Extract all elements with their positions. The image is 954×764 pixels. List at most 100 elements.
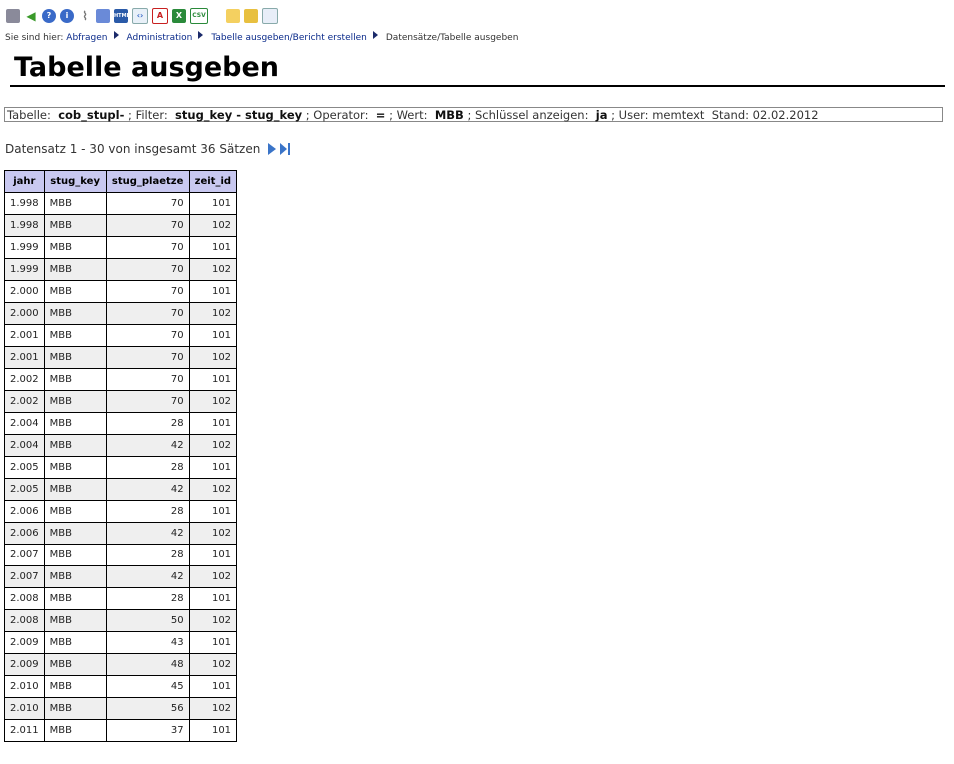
paperclip-icon[interactable]: ⌇ <box>78 9 92 23</box>
back-arrow-icon[interactable]: ◀ <box>24 9 38 23</box>
xml-icon[interactable]: ‹› <box>132 8 148 24</box>
help-icon[interactable]: ? <box>42 9 56 23</box>
table-cell-stug-plaetze: 43 <box>105 631 190 655</box>
table-cell-stug-plaetze: 37 <box>105 719 190 743</box>
table-cell-stug-plaetze: 45 <box>105 675 190 699</box>
excel-icon[interactable]: X <box>172 9 186 23</box>
table-cell-stug-key: MBB <box>43 675 107 699</box>
table-cell-stug-plaetze: 70 <box>105 235 190 259</box>
table-cell-jahr: 2.000 <box>4 279 45 303</box>
breadcrumb-current: Datensätze/Tabelle ausgeben <box>385 33 519 43</box>
table-cell-jahr: 2.002 <box>4 389 45 413</box>
operator-value: = <box>375 108 386 122</box>
chevron-right-icon <box>198 31 204 39</box>
table-cell-zeit-id: 102 <box>188 389 238 413</box>
table-cell-jahr: 2.002 <box>4 367 45 391</box>
table-cell-stug-plaetze: 70 <box>105 192 190 215</box>
filter-label: ; Filter: <box>128 108 168 122</box>
edit-form-icon[interactable] <box>262 8 278 24</box>
column-header-zeit-id[interactable]: zeit_id <box>188 170 238 193</box>
pdf-icon[interactable]: A <box>152 8 168 24</box>
table-cell-jahr: 2.006 <box>4 499 45 523</box>
table-cell-stug-key: MBB <box>43 257 107 281</box>
table-cell-stug-key: MBB <box>43 631 107 655</box>
table-row: 2.009 MBB 43 101 <box>4 631 238 655</box>
table-cell-stug-plaetze: 42 <box>105 565 190 589</box>
table-cell-stug-plaetze: 42 <box>105 477 190 501</box>
breadcrumb-abfragen[interactable]: Abfragen <box>66 33 107 43</box>
table-icon[interactable] <box>96 9 110 23</box>
table-row: 2.004 MBB 28 101 <box>4 411 238 435</box>
table-cell-stug-key: MBB <box>43 192 107 215</box>
table-cell-zeit-id: 102 <box>188 521 238 545</box>
table-cell-jahr: 1.998 <box>4 213 45 237</box>
last-page-icon[interactable] <box>280 143 291 155</box>
table-cell-stug-plaetze: 56 <box>105 697 190 721</box>
breadcrumb-tabelle-ausgeben-bericht[interactable]: Tabelle ausgeben/Bericht erstellen <box>211 33 367 43</box>
tabelle-value: cob_stupl- <box>58 108 125 122</box>
table-cell-zeit-id: 101 <box>188 323 238 347</box>
table-cell-stug-key: MBB <box>43 543 107 567</box>
table-row: 1.999 MBB 70 101 <box>4 235 238 259</box>
filter-info-bar: Tabelle: cob_stupl- ; Filter: stug_key -… <box>4 107 943 122</box>
table-row: 2.001 MBB 70 102 <box>4 345 238 369</box>
table-cell-zeit-id: 102 <box>188 653 238 677</box>
table-cell-stug-plaetze: 28 <box>105 587 190 611</box>
table-cell-zeit-id: 101 <box>188 675 238 699</box>
table-cell-jahr: 2.007 <box>4 565 45 589</box>
folder-open-icon[interactable] <box>244 9 258 23</box>
table-cell-jahr: 2.000 <box>4 301 45 325</box>
user-label: ; User: memtext <box>611 108 705 122</box>
table-cell-stug-key: MBB <box>43 719 107 743</box>
column-header-stug-key[interactable]: stug_key <box>43 170 107 193</box>
table-cell-stug-key: MBB <box>43 367 107 391</box>
table-cell-stug-key: MBB <box>43 609 107 633</box>
filter-value: stug_key - stug_key <box>175 108 303 122</box>
csv-icon[interactable]: CSV <box>190 8 208 24</box>
table-cell-zeit-id: 101 <box>188 411 238 435</box>
table-cell-stug-key: MBB <box>43 213 107 237</box>
breadcrumb-administration[interactable]: Administration <box>127 33 193 43</box>
table-row: 2.007 MBB 42 102 <box>4 565 238 589</box>
info-icon[interactable]: i <box>60 9 74 23</box>
table-cell-jahr: 2.004 <box>4 433 45 457</box>
table-cell-zeit-id: 101 <box>188 235 238 259</box>
table-cell-stug-key: MBB <box>43 301 107 325</box>
table-cell-zeit-id: 102 <box>188 301 238 325</box>
table-cell-zeit-id: 101 <box>188 719 238 743</box>
table-row: 1.998 MBB 70 101 <box>4 192 238 215</box>
table-cell-jahr: 2.006 <box>4 521 45 545</box>
table-cell-zeit-id: 101 <box>188 499 238 523</box>
table-cell-stug-plaetze: 48 <box>105 653 190 677</box>
table-cell-zeit-id: 101 <box>188 631 238 655</box>
page-title: Tabelle ausgeben <box>14 52 280 83</box>
table-cell-stug-key: MBB <box>43 477 107 501</box>
table-cell-stug-plaetze: 70 <box>105 279 190 303</box>
table-cell-jahr: 2.001 <box>4 323 45 347</box>
record-count: Datensatz 1 - 30 von insgesamt 36 Sätzen <box>5 142 261 156</box>
table-row: 2.000 MBB 70 102 <box>4 301 238 325</box>
stand-date: Stand: 02.02.2012 <box>711 108 819 122</box>
table-cell-stug-plaetze: 70 <box>105 389 190 413</box>
table-cell-jahr: 2.009 <box>4 631 45 655</box>
table-row: 2.005 MBB 28 101 <box>4 455 238 479</box>
html-icon[interactable]: HTML <box>114 9 128 23</box>
table-cell-jahr: 2.009 <box>4 653 45 677</box>
next-page-icon[interactable] <box>268 143 277 155</box>
table-cell-zeit-id: 102 <box>188 609 238 633</box>
table-row: 1.998 MBB 70 102 <box>4 213 238 237</box>
printer-icon[interactable] <box>6 9 20 23</box>
table-cell-stug-key: MBB <box>43 389 107 413</box>
table-cell-jahr: 2.008 <box>4 587 45 611</box>
edit-icon[interactable] <box>226 9 240 23</box>
column-header-jahr[interactable]: jahr <box>4 170 45 193</box>
tabelle-label: Tabelle: <box>7 108 51 122</box>
table-cell-stug-plaetze: 70 <box>105 367 190 391</box>
table-row: 2.005 MBB 42 102 <box>4 477 238 501</box>
table-cell-stug-plaetze: 28 <box>105 499 190 523</box>
chevron-right-icon <box>372 31 378 39</box>
table-cell-stug-plaetze: 42 <box>105 433 190 457</box>
table-row: 2.002 MBB 70 102 <box>4 389 238 413</box>
column-header-stug-plaetze[interactable]: stug_plaetze <box>105 170 190 193</box>
table-row: 2.008 MBB 28 101 <box>4 587 238 611</box>
